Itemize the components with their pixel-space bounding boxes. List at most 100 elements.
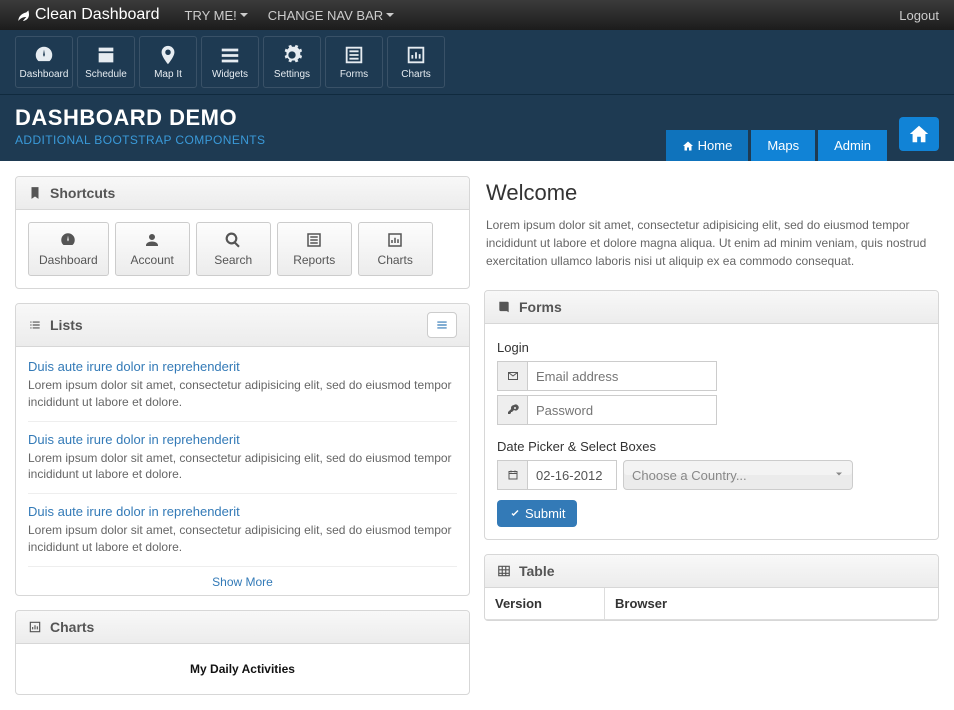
caret-icon [386, 13, 394, 17]
shortcut-search[interactable]: Search [196, 222, 271, 276]
user-icon [143, 231, 161, 249]
list-text: Lorem ipsum dolor sit amet, consectetur … [28, 377, 457, 411]
th-version: Version [485, 588, 605, 619]
nav-widgets[interactable]: Widgets [201, 36, 259, 88]
shortcut-charts[interactable]: Charts [358, 222, 433, 276]
gauge-icon [59, 231, 77, 249]
panel-title: Shortcuts [50, 185, 115, 201]
nav-map[interactable]: Map It [139, 36, 197, 88]
welcome-text: Lorem ipsum dolor sit amet, consectetur … [486, 216, 937, 270]
charts-panel: Charts My Daily Activities [15, 610, 470, 695]
list-item: Duis aute irure dolor in reprehenderit Lo… [28, 349, 457, 422]
tasks-icon [219, 44, 241, 66]
home-icon [908, 123, 930, 145]
gauge-icon [33, 44, 55, 66]
shortcut-account[interactable]: Account [115, 222, 190, 276]
brand-text: Clean Dashboard [35, 6, 160, 24]
key-icon [497, 395, 527, 425]
page-tabs: Home Maps Admin [666, 130, 887, 161]
submit-button[interactable]: Submit [497, 500, 577, 527]
tab-home[interactable]: Home [666, 130, 749, 161]
brand[interactable]: Clean Dashboard [15, 6, 160, 24]
show-more-link[interactable]: Show More [28, 567, 457, 591]
bars-icon [435, 318, 449, 332]
icon-navbar: Dashboard Schedule Map It Widgets Settin… [0, 30, 954, 95]
login-label: Login [497, 340, 926, 355]
welcome-title: Welcome [486, 180, 937, 206]
nav-label: Settings [274, 69, 310, 80]
search-icon [224, 231, 242, 249]
nav-settings[interactable]: Settings [263, 36, 321, 88]
nav-label: Charts [401, 69, 430, 80]
forms-panel: Forms Login Date Picker & Select Boxes [484, 290, 939, 540]
pin-icon [157, 44, 179, 66]
menu-try-me[interactable]: TRY ME! [185, 8, 248, 23]
shortcuts-panel: Shortcuts Dashboard Account Search Repor… [15, 176, 470, 289]
list-link[interactable]: Duis aute irure dolor in reprehenderit [28, 432, 240, 447]
email-input[interactable] [527, 361, 717, 391]
calendar-icon [95, 44, 117, 66]
list-link[interactable]: Duis aute irure dolor in reprehenderit [28, 504, 240, 519]
shortcut-label: Dashboard [39, 253, 98, 267]
nav-label: Map It [154, 69, 182, 80]
panel-title: Forms [519, 299, 562, 315]
panel-title: Lists [50, 317, 83, 333]
chart-icon [28, 620, 42, 634]
list-item: Duis aute irure dolor in reprehenderit Lo… [28, 422, 457, 495]
table-header: Version Browser [485, 588, 938, 620]
list-text: Lorem ipsum dolor sit amet, consectetur … [28, 522, 457, 556]
tab-admin[interactable]: Admin [818, 130, 887, 161]
date-input[interactable] [527, 460, 617, 490]
home-icon [682, 140, 694, 152]
th-browser: Browser [605, 588, 938, 619]
lists-panel: Lists Duis aute irure dolor in reprehend… [15, 303, 470, 596]
country-select[interactable]: Choose a Country... [623, 460, 853, 490]
page-subtitle: ADDITIONAL BOOTSTRAP COMPONENTS [15, 133, 666, 147]
shortcut-label: Account [131, 253, 174, 267]
envelope-icon [497, 361, 527, 391]
list-text: Lorem ipsum dolor sit amet, consectetur … [28, 450, 457, 484]
tab-label: Home [698, 138, 733, 153]
nav-label: Dashboard [20, 69, 69, 80]
list-item: Duis aute irure dolor in reprehenderit Lo… [28, 494, 457, 567]
nav-forms[interactable]: Forms [325, 36, 383, 88]
date-label: Date Picker & Select Boxes [497, 439, 926, 454]
shortcut-label: Search [214, 253, 252, 267]
nav-charts[interactable]: Charts [387, 36, 445, 88]
chart-icon [405, 44, 427, 66]
menu-change-nav[interactable]: CHANGE NAV BAR [268, 8, 394, 23]
panel-title: Table [519, 563, 555, 579]
menu-label: TRY ME! [185, 8, 237, 23]
password-input[interactable] [527, 395, 717, 425]
panel-title: Charts [50, 619, 94, 635]
page-header: DASHBOARD DEMO ADDITIONAL BOOTSTRAP COMP… [0, 95, 954, 161]
list-icon [28, 318, 42, 332]
lists-menu-button[interactable] [427, 312, 457, 338]
check-icon [509, 508, 521, 520]
nav-dashboard[interactable]: Dashboard [15, 36, 73, 88]
nav-label: Forms [340, 69, 368, 80]
table-icon [497, 564, 511, 578]
shortcut-dashboard[interactable]: Dashboard [28, 222, 109, 276]
cogs-icon [281, 44, 303, 66]
menu-label: CHANGE NAV BAR [268, 8, 383, 23]
page-title: DASHBOARD DEMO [15, 105, 666, 131]
bookmark-icon [28, 186, 42, 200]
logout-link[interactable]: Logout [899, 8, 939, 23]
book-icon [497, 300, 511, 314]
calendar-icon [497, 460, 527, 490]
leaf-icon [15, 7, 31, 23]
button-label: Submit [525, 506, 565, 521]
chart-subtitle: My Daily Activities [28, 656, 457, 682]
list-link[interactable]: Duis aute irure dolor in reprehenderit [28, 359, 240, 374]
home-button[interactable] [899, 117, 939, 151]
caret-icon [240, 13, 248, 17]
nav-schedule[interactable]: Schedule [77, 36, 135, 88]
list-icon [343, 44, 365, 66]
shortcut-reports[interactable]: Reports [277, 222, 352, 276]
nav-label: Widgets [212, 69, 248, 80]
tab-maps[interactable]: Maps [751, 130, 815, 161]
shortcut-label: Charts [378, 253, 413, 267]
nav-label: Schedule [85, 69, 127, 80]
welcome-block: Welcome Lorem ipsum dolor sit amet, cons… [484, 176, 939, 276]
